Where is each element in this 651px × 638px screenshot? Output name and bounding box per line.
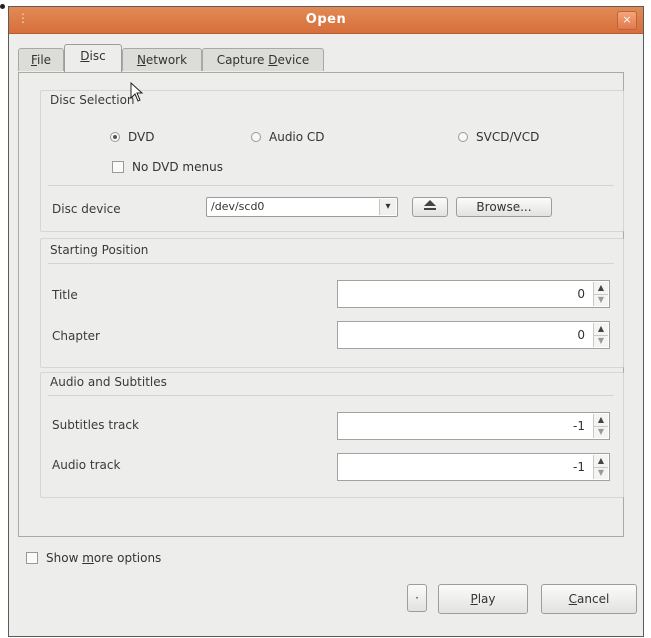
audio-track-value: -1 xyxy=(573,460,585,474)
titlebar: ⋮ Open × xyxy=(9,7,643,34)
audio-track-spinbox[interactable]: -1 ▲ ▼ xyxy=(337,453,610,481)
title-value: 0 xyxy=(577,287,585,301)
radio-audio-cd-indicator xyxy=(251,132,261,142)
radio-dvd[interactable]: DVD xyxy=(110,130,154,144)
title-label: Title xyxy=(52,288,78,302)
eject-button[interactable] xyxy=(412,197,448,217)
subtitles-track-spinbox[interactable]: -1 ▲ ▼ xyxy=(337,412,610,440)
mouse-pointer-icon xyxy=(130,82,144,102)
chapter-spin-buttons: ▲ ▼ xyxy=(593,323,608,347)
show-more-options-checkbox[interactable]: Show more options xyxy=(26,551,161,565)
title-spinbox[interactable]: 0 ▲ ▼ xyxy=(337,280,610,308)
tab-disc-accel: D xyxy=(80,49,90,63)
chapter-spinbox[interactable]: 0 ▲ ▼ xyxy=(337,321,610,349)
page-bullet xyxy=(0,0,8,10)
audio-track-label: Audio track xyxy=(52,458,121,472)
radio-svcd-vcd-label: SVCD/VCD xyxy=(476,130,540,144)
radio-dvd-label: DVD xyxy=(128,130,155,144)
radio-dvd-indicator xyxy=(110,132,120,142)
cancel-button-label: Cancel xyxy=(568,592,610,606)
audio-spin-buttons: ▲ ▼ xyxy=(593,455,608,479)
disc-device-combo[interactable]: /dev/scd0 ▾ xyxy=(206,197,398,217)
tab-network[interactable]: Network xyxy=(122,48,202,71)
spin-down-icon[interactable]: ▼ xyxy=(594,467,608,479)
tab-file[interactable]: File xyxy=(18,48,64,71)
no-dvd-menus-label: No DVD menus xyxy=(132,160,223,174)
chapter-label: Chapter xyxy=(52,329,100,343)
subtitles-spin-buttons: ▲ ▼ xyxy=(593,414,608,438)
starting-position-title: Starting Position xyxy=(50,243,149,257)
browse-button[interactable]: Browse... xyxy=(456,197,552,217)
play-button-label: Play xyxy=(470,592,496,606)
show-more-options-box xyxy=(26,552,38,564)
combo-arrow-icon[interactable]: ▾ xyxy=(379,199,396,215)
spin-down-icon[interactable]: ▼ xyxy=(594,335,608,347)
disc-device-label: Disc device xyxy=(52,202,121,216)
play-button[interactable]: Play xyxy=(438,584,528,614)
starting-position-separator xyxy=(48,263,614,264)
audio-subtitles-title: Audio and Subtitles xyxy=(50,375,167,389)
no-dvd-menus-checkbox[interactable]: No DVD menus xyxy=(112,160,223,174)
options-menu-icon: · xyxy=(415,591,419,605)
radio-svcd-vcd-indicator xyxy=(458,132,468,142)
tab-capture-device[interactable]: Capture Device xyxy=(202,48,324,71)
close-button[interactable]: × xyxy=(617,11,637,30)
tab-disc[interactable]: Disc xyxy=(64,44,122,72)
radio-audio-cd[interactable]: Audio CD xyxy=(251,130,325,144)
spin-down-icon[interactable]: ▼ xyxy=(594,426,608,438)
subtitles-track-value: -1 xyxy=(573,419,585,433)
no-dvd-menus-box xyxy=(112,161,124,173)
options-menu-button[interactable]: · xyxy=(407,584,427,612)
subtitles-track-label: Subtitles track xyxy=(52,418,139,432)
tab-network-accel: N xyxy=(136,53,146,67)
close-icon: × xyxy=(622,13,632,26)
chapter-value: 0 xyxy=(577,328,585,342)
spin-down-icon[interactable]: ▼ xyxy=(594,294,608,306)
audio-subtitles-separator xyxy=(48,395,614,396)
browse-button-label: Browse... xyxy=(476,200,532,214)
disc-selection-title: Disc Selection xyxy=(50,93,135,107)
title-spin-buttons: ▲ ▼ xyxy=(593,282,608,306)
cancel-button[interactable]: Cancel xyxy=(541,584,637,614)
radio-svcd-vcd[interactable]: SVCD/VCD xyxy=(458,130,539,144)
disc-separator xyxy=(48,185,614,186)
disc-device-value: /dev/scd0 xyxy=(211,200,265,213)
radio-audio-cd-label: Audio CD xyxy=(269,130,325,144)
show-more-options-label: Show more options xyxy=(46,551,162,565)
eject-icon xyxy=(424,200,436,210)
window-title: Open xyxy=(305,12,347,27)
